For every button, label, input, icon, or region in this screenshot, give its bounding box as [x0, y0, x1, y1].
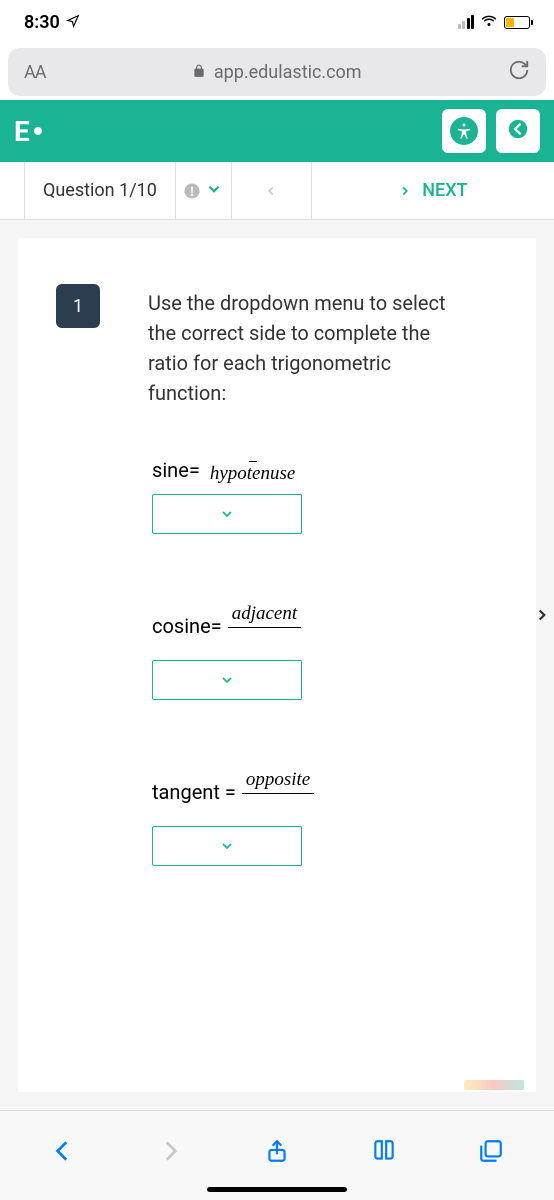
chevron-down-icon [219, 672, 235, 688]
home-indicator[interactable] [207, 1187, 347, 1192]
accessibility-icon [450, 117, 478, 145]
content-area: 1 Use the dropdown menu to select the co… [0, 220, 554, 1110]
share-icon [264, 1138, 290, 1164]
question-nav: Question 1/10 NEXT [0, 162, 554, 220]
status-time: 8:30 [24, 12, 60, 33]
bookmarks-button[interactable] [362, 1129, 406, 1173]
status-bar: 8:30 [0, 0, 554, 44]
chevron-right-icon [398, 184, 412, 198]
url-bar[interactable]: AA app.edulastic.com [8, 48, 546, 96]
chevron-down-icon [205, 180, 223, 202]
arrow-left-icon [507, 118, 529, 144]
exit-button[interactable] [496, 109, 540, 153]
prev-button[interactable] [232, 162, 312, 219]
refresh-icon[interactable] [508, 59, 530, 86]
next-label: NEXT [422, 180, 467, 201]
back-button[interactable] [41, 1129, 85, 1173]
function-label: sine= [152, 458, 200, 482]
text-size-button[interactable]: AA [24, 62, 45, 83]
tabs-button[interactable] [469, 1129, 513, 1173]
dropdown-cosine[interactable] [152, 660, 302, 700]
function-label: cosine= [152, 614, 222, 638]
fraction-numerator: opposite [242, 770, 314, 794]
question-number-badge: 1 [56, 284, 100, 328]
wifi-icon [480, 11, 498, 34]
dropdown-sine[interactable] [152, 494, 302, 534]
location-icon [66, 12, 80, 33]
battery-icon [504, 16, 530, 29]
flag-button[interactable] [176, 162, 232, 219]
function-cosine: cosine= adjacent [152, 604, 512, 700]
forward-button[interactable] [148, 1129, 192, 1173]
function-tangent: tangent = opposite [152, 770, 512, 866]
fraction-denominator [260, 628, 268, 648]
question-counter: Question 1/10 [24, 162, 176, 219]
chevron-down-icon [219, 838, 235, 854]
share-button[interactable] [255, 1129, 299, 1173]
url-text: app.edulastic.com [214, 62, 362, 83]
fraction-numerator: adjacent [228, 604, 301, 628]
tabs-icon [478, 1138, 504, 1164]
safari-toolbar [0, 1110, 554, 1200]
accessibility-button[interactable] [442, 109, 486, 153]
chevron-right-icon [157, 1138, 183, 1164]
function-sine: sine= hypotenuse [152, 458, 512, 534]
dropdown-tangent[interactable] [152, 826, 302, 866]
next-button[interactable]: NEXT [312, 162, 554, 219]
fraction-denominator: hypotenuse [206, 462, 299, 482]
chevron-down-icon [219, 506, 235, 522]
fraction-denominator [274, 794, 282, 814]
question-prompt: Use the dropdown menu to select the corr… [148, 288, 472, 408]
powered-badge [464, 1080, 524, 1090]
app-header: E [0, 100, 554, 162]
question-card: 1 Use the dropdown menu to select the co… [18, 238, 536, 1092]
chevron-right-icon [533, 606, 551, 624]
function-label: tangent = [152, 780, 236, 804]
side-next-button[interactable] [530, 590, 554, 640]
signal-icon [458, 15, 475, 29]
chevron-left-icon [50, 1138, 76, 1164]
app-logo: E [14, 115, 42, 148]
book-icon [371, 1138, 397, 1164]
lock-icon [192, 62, 206, 83]
